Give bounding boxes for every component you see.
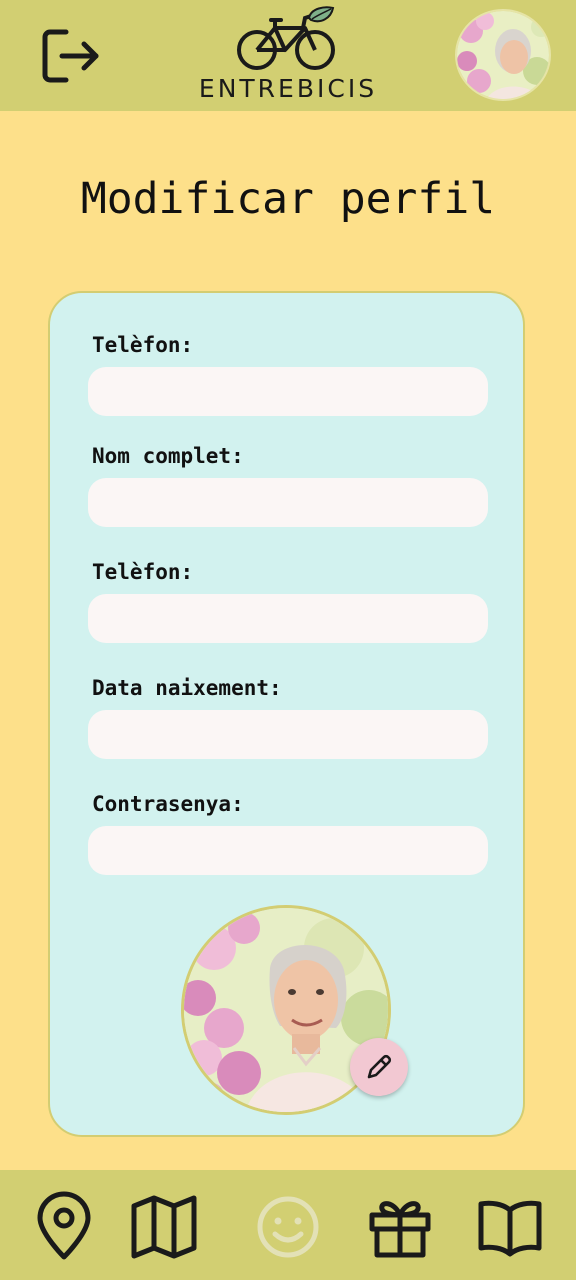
- location-pin-icon: [37, 1191, 91, 1260]
- bicycle-leaf-icon: [237, 6, 335, 70]
- nav-item-guide[interactable]: [472, 1192, 548, 1262]
- map-icon: [131, 1195, 197, 1259]
- password-label: Contrasenya:: [92, 792, 244, 816]
- nav-item-map[interactable]: [126, 1192, 202, 1262]
- nav-item-profile[interactable]: [250, 1192, 326, 1262]
- edit-photo-button[interactable]: [350, 1038, 408, 1096]
- logout-button[interactable]: [36, 22, 104, 90]
- app-header: ENTREBICIS: [0, 0, 576, 111]
- password-input[interactable]: [88, 826, 488, 875]
- pencil-icon: [367, 1054, 392, 1079]
- logout-arrow-icon: [42, 29, 99, 83]
- app-logo: ENTREBICIS: [190, 6, 386, 106]
- nav-item-location[interactable]: [26, 1191, 102, 1262]
- page-title: Modificar perfil: [80, 174, 496, 224]
- birth-date-input[interactable]: [88, 710, 488, 759]
- nav-item-rewards[interactable]: [362, 1192, 438, 1262]
- phone-label: Telèfon:: [92, 333, 194, 357]
- profile-form-card: Telèfon: Nom complet: Telèfon: Data naix…: [48, 291, 525, 1137]
- phone-label-2: Telèfon:: [92, 560, 194, 584]
- full-name-input[interactable]: [88, 478, 488, 527]
- phone-input-2[interactable]: [88, 594, 488, 643]
- profile-avatar[interactable]: [455, 9, 551, 101]
- birth-date-label: Data naixement:: [92, 676, 282, 700]
- logo-text: ENTREBICIS: [198, 74, 378, 103]
- smiley-icon: [257, 1196, 319, 1258]
- full-name-label: Nom complet:: [92, 444, 244, 468]
- phone-input[interactable]: [88, 367, 488, 416]
- book-icon: [478, 1200, 542, 1257]
- bottom-navigation: [0, 1170, 576, 1280]
- gift-icon: [369, 1201, 431, 1258]
